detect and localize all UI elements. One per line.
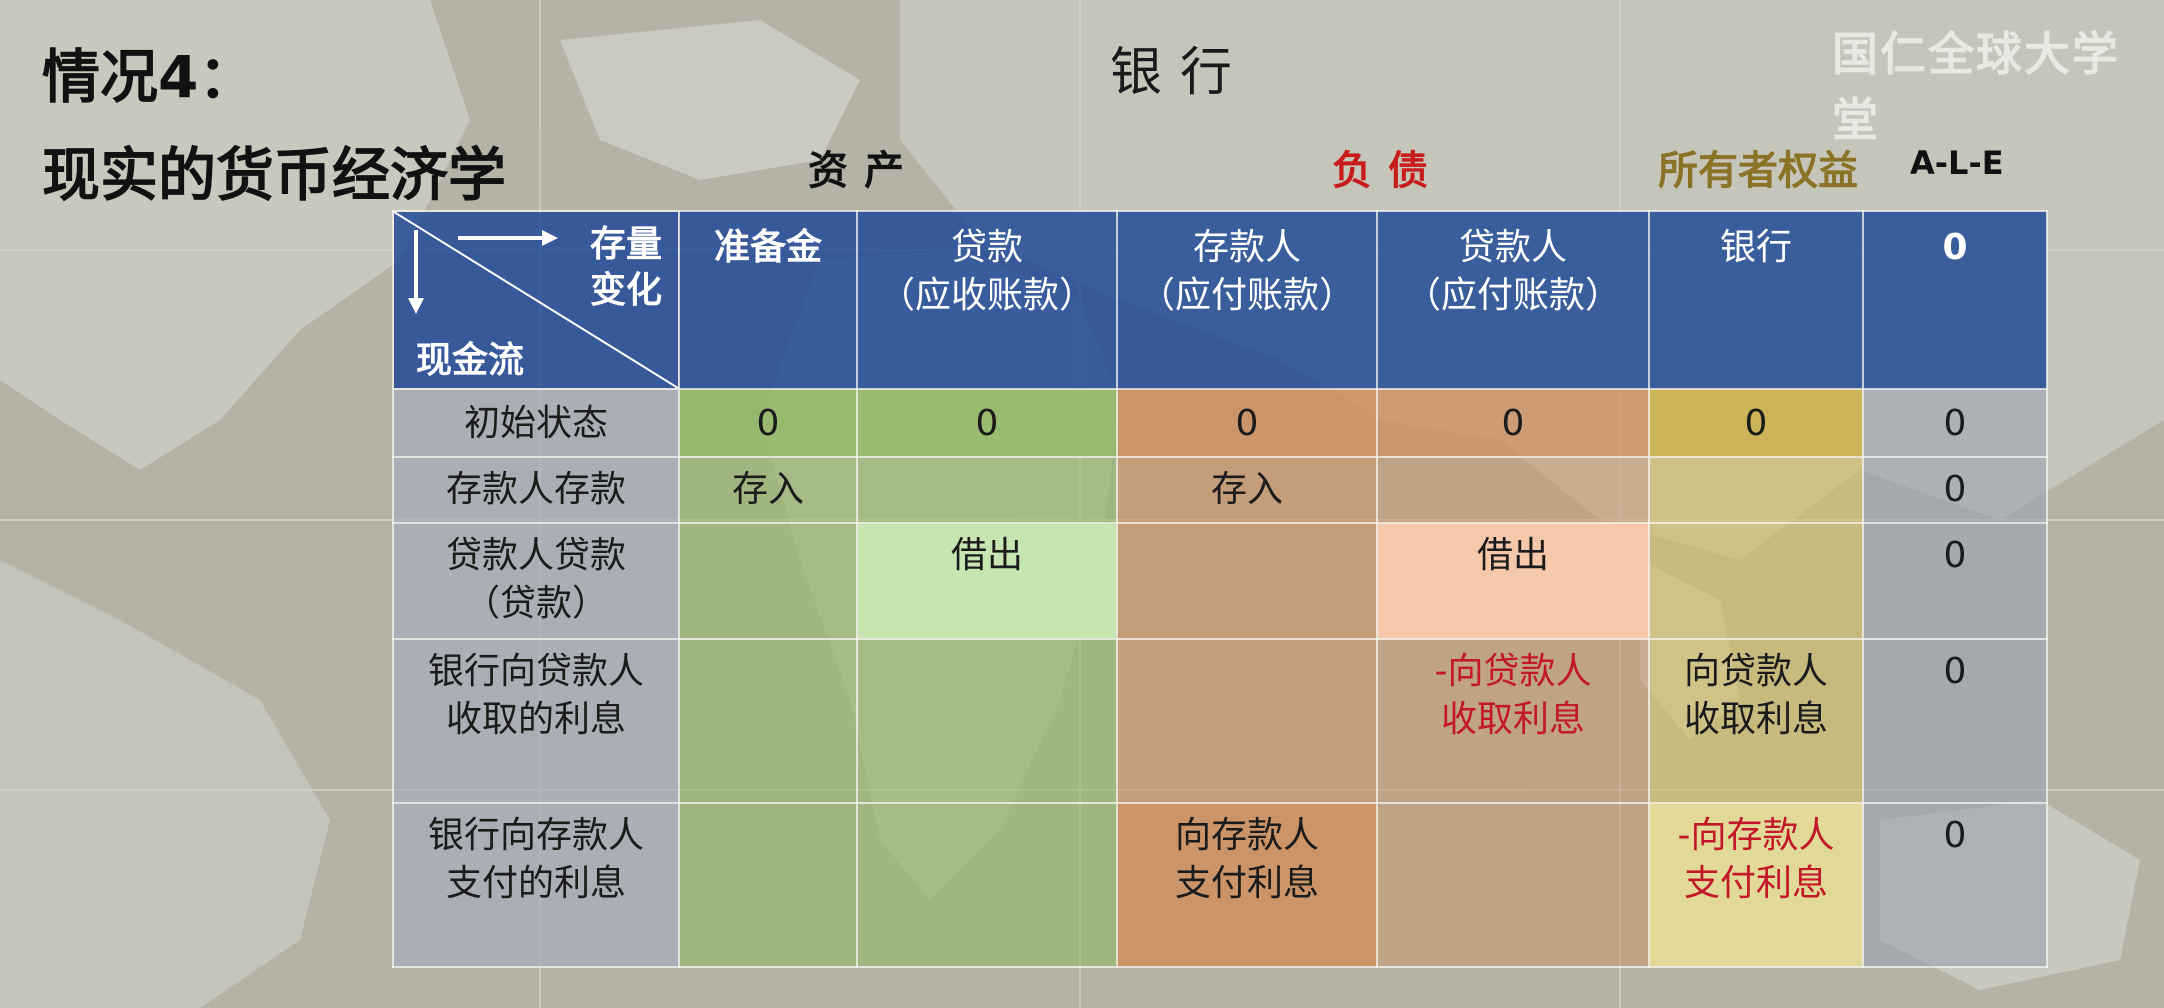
stock-change-label: 存量 变化: [589, 224, 662, 311]
table-cell: [1648, 456, 1864, 524]
table-cell: [678, 638, 858, 804]
column-header-depositors: 存款人 （应付账款）: [1116, 210, 1378, 390]
ale-check-label: A-L-E: [1910, 144, 2004, 182]
bank-title: 银行: [1110, 43, 1251, 103]
table-cell: 0: [1376, 388, 1650, 458]
table-row: 银行向贷款人 收取的利息 -向贷款人 收取利息 向贷款人 收取利息 0: [392, 638, 2048, 804]
row-label: 存款人存款: [392, 456, 680, 524]
column-header-lenders: 贷款人 （应付账款）: [1376, 210, 1650, 390]
table-cell: 0: [1862, 388, 2048, 458]
table-cell: 0: [1862, 802, 2048, 968]
table-cell: -向存款人 支付利息: [1648, 802, 1864, 968]
table-cell: 向贷款人 收取利息: [1648, 638, 1864, 804]
assets-group-label: 资产: [808, 148, 920, 194]
column-header-loans: 贷款 （应收账款）: [856, 210, 1118, 390]
table-cell: 0: [1862, 638, 2048, 804]
case-title: 情况4：: [42, 43, 257, 111]
table-cell: [856, 802, 1118, 968]
liabilities-group-label: 负债: [1332, 148, 1444, 194]
table-cell: [1376, 802, 1650, 968]
column-header-zero: 0: [1862, 210, 2048, 390]
table-cell: [856, 456, 1118, 524]
arrow-down-icon: [408, 230, 424, 314]
table-cell: [1116, 638, 1378, 804]
row-label: 银行向贷款人 收取的利息: [392, 638, 680, 804]
table-row: 贷款人贷款 （贷款） 借出 借出 0: [392, 522, 2048, 640]
table-corner-cell: 存量 变化 现金流: [392, 210, 680, 390]
table-cell: 存入: [678, 456, 858, 524]
table-cell: [1376, 456, 1650, 524]
table-cell: [1116, 522, 1378, 640]
row-label: 贷款人贷款 （贷款）: [392, 522, 680, 640]
bank-ledger-table: 存量 变化 现金流 准备金 贷款 （应收账款） 存款人 （应付账款） 贷款人 （…: [392, 210, 2048, 968]
row-label: 银行向存款人 支付的利息: [392, 802, 680, 968]
table-cell: 0: [856, 388, 1118, 458]
equity-group-label: 所有者权益: [1658, 148, 1858, 194]
table-cell: 存入: [1116, 456, 1378, 524]
table-cell: [1648, 522, 1864, 640]
header-row: 存量 变化 现金流 准备金 贷款 （应收账款） 存款人 （应付账款） 贷款人 （…: [392, 210, 2048, 390]
table-cell: [678, 522, 858, 640]
table-row: 初始状态 0 0 0 0 0 0: [392, 388, 2048, 458]
table-cell: [856, 638, 1118, 804]
table-row: 存款人存款 存入 存入 0: [392, 456, 2048, 524]
table-cell: 向存款人 支付利息: [1116, 802, 1378, 968]
highlighted-cell: 借出: [856, 522, 1118, 640]
table-cell: 0: [678, 388, 858, 458]
highlighted-cell: 借出: [1376, 522, 1650, 640]
table-cell: 0: [1862, 456, 2048, 524]
table-cell: 0: [1116, 388, 1378, 458]
column-header-reserves: 准备金: [678, 210, 858, 390]
table-cell: 0: [1862, 522, 2048, 640]
watermark: 国仁全球大学堂: [1832, 27, 2120, 147]
table-cell: -向贷款人 收取利息: [1376, 638, 1650, 804]
row-label: 初始状态: [392, 388, 680, 458]
table-cell: [678, 802, 858, 968]
cash-flow-label: 现金流: [416, 340, 525, 381]
column-header-bank: 银行: [1648, 210, 1864, 390]
table-row: 银行向存款人 支付的利息 向存款人 支付利息 -向存款人 支付利息 0: [392, 802, 2048, 968]
arrow-right-icon: [458, 230, 558, 246]
main-title: 现实的货币经济学: [42, 141, 507, 209]
table-cell: 0: [1648, 388, 1864, 458]
